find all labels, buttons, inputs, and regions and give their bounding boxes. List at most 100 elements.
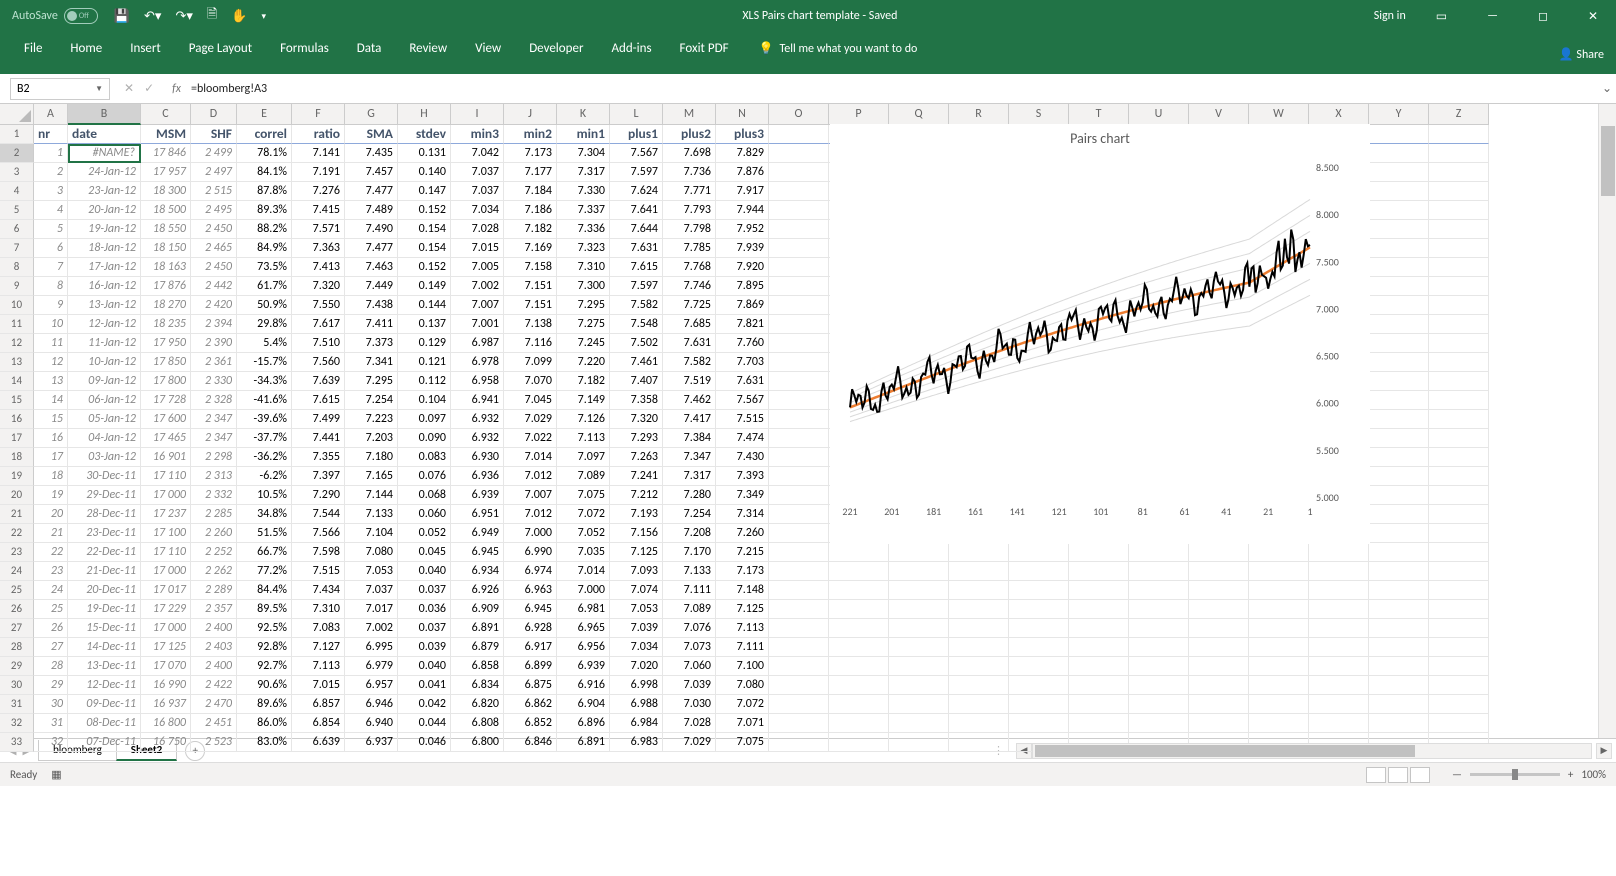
table-cell[interactable]: 7.746 [663,277,716,296]
table-cell[interactable]: 7.037 [451,163,504,182]
table-cell[interactable]: 34.8% [237,505,292,524]
table-cell[interactable]: 2 289 [191,581,237,600]
table-cell[interactable] [949,581,1009,600]
table-cell[interactable]: 66.7% [237,543,292,562]
header-cell[interactable]: date [68,125,141,144]
table-cell[interactable]: 6.956 [557,638,610,657]
table-cell[interactable] [769,220,829,239]
table-cell[interactable]: 7.000 [557,581,610,600]
table-cell[interactable] [1069,695,1129,714]
table-cell[interactable]: 7.373 [345,334,398,353]
table-cell[interactable]: 6.974 [504,562,557,581]
table-cell[interactable]: 04-Jan-12 [68,429,141,448]
table-cell[interactable]: 0.044 [398,714,451,733]
table-cell[interactable]: 7.349 [716,486,769,505]
table-cell[interactable]: 0.052 [398,524,451,543]
table-cell[interactable]: 7.939 [716,239,769,258]
table-cell[interactable]: 2 252 [191,543,237,562]
table-cell[interactable]: 7.566 [292,524,345,543]
table-cell[interactable] [1309,562,1369,581]
row-header-22[interactable]: 22 [0,524,34,543]
table-cell[interactable] [769,391,829,410]
table-cell[interactable]: 17-Jan-12 [68,258,141,277]
table-cell[interactable]: 14-Dec-11 [68,638,141,657]
table-cell[interactable]: 30 [34,695,68,714]
table-cell[interactable]: 7.083 [292,619,345,638]
table-cell[interactable]: 7.001 [451,315,504,334]
header-cell[interactable]: plus2 [663,125,716,144]
page-icon[interactable]: 🗎 [207,5,217,27]
table-cell[interactable] [769,239,829,258]
row-headers[interactable]: 1234567891011121314151617181920212223242… [0,125,34,752]
table-cell[interactable] [1069,638,1129,657]
table-cell[interactable] [1069,600,1129,619]
table-cell[interactable]: 6.939 [451,486,504,505]
table-cell[interactable]: 2 470 [191,695,237,714]
table-cell[interactable] [1429,296,1489,315]
table-cell[interactable]: 7.597 [610,277,663,296]
table-cell[interactable]: 7.703 [716,353,769,372]
row-header-23[interactable]: 23 [0,543,34,562]
table-cell[interactable]: 7.149 [557,391,610,410]
table-cell[interactable] [1429,277,1489,296]
table-cell[interactable]: 7.952 [716,220,769,239]
table-cell[interactable]: 7.337 [557,201,610,220]
table-cell[interactable] [889,562,949,581]
table-cell[interactable] [1369,448,1429,467]
table-cell[interactable]: 13-Jan-12 [68,296,141,315]
table-cell[interactable]: 6.932 [451,429,504,448]
table-cell[interactable]: 7.028 [663,714,716,733]
table-cell[interactable] [1369,600,1429,619]
table-cell[interactable]: 7.435 [345,144,398,163]
col-header-S[interactable]: S [1009,104,1069,125]
table-cell[interactable] [889,600,949,619]
table-cell[interactable]: 7.384 [663,429,716,448]
table-cell[interactable]: 0.041 [398,676,451,695]
table-cell[interactable]: ◆#NAME? [68,144,141,163]
table-cell[interactable]: 10.5% [237,486,292,505]
table-cell[interactable] [1429,657,1489,676]
table-cell[interactable]: 6.891 [451,619,504,638]
table-cell[interactable]: 2 347 [191,429,237,448]
table-cell[interactable]: 6.940 [345,714,398,733]
table-cell[interactable]: 0.037 [398,619,451,638]
chart-pairs[interactable]: Pairs chart 8.5008.0007.5007.0006.5006.0… [830,124,1370,544]
table-cell[interactable]: 7.876 [716,163,769,182]
spreadsheet-grid[interactable]: ABCDEFGHIJKLMNOPQRSTUVWXYZ 1234567891011… [0,104,1616,738]
header-cell[interactable]: plus1 [610,125,663,144]
header-cell[interactable] [1429,125,1489,144]
table-cell[interactable]: 6.939 [557,657,610,676]
table-cell[interactable] [769,505,829,524]
table-cell[interactable]: 6.965 [557,619,610,638]
table-cell[interactable]: 7.180 [345,448,398,467]
table-cell[interactable] [1429,543,1489,562]
table-cell[interactable]: 7.415 [292,201,345,220]
table-cell[interactable] [769,657,829,676]
table-cell[interactable] [769,524,829,543]
tab-file[interactable]: File [10,35,56,62]
table-cell[interactable]: 7.080 [716,676,769,695]
table-cell[interactable]: 2 313 [191,467,237,486]
table-cell[interactable] [1009,714,1069,733]
table-cell[interactable]: 7.320 [292,277,345,296]
row-header-29[interactable]: 29 [0,657,34,676]
table-cell[interactable] [949,733,1009,752]
table-cell[interactable]: 7.347 [663,448,716,467]
table-cell[interactable] [1429,182,1489,201]
table-cell[interactable] [1009,676,1069,695]
table-cell[interactable] [889,581,949,600]
col-header-Z[interactable]: Z [1429,104,1489,125]
table-cell[interactable]: 16 990 [141,676,191,695]
table-cell[interactable] [1369,581,1429,600]
col-header-P[interactable]: P [829,104,889,125]
expand-formula-bar-icon[interactable]: ⌄ [1598,81,1616,96]
table-cell[interactable]: 2 400 [191,619,237,638]
table-cell[interactable]: 18-Jan-12 [68,239,141,258]
table-cell[interactable]: -34.3% [237,372,292,391]
table-cell[interactable]: 17 876 [141,277,191,296]
table-cell[interactable] [889,657,949,676]
row-header-31[interactable]: 31 [0,695,34,714]
table-cell[interactable]: 7.073 [663,638,716,657]
table-cell[interactable]: 6.834 [451,676,504,695]
row-header-1[interactable]: 1 [0,125,34,144]
